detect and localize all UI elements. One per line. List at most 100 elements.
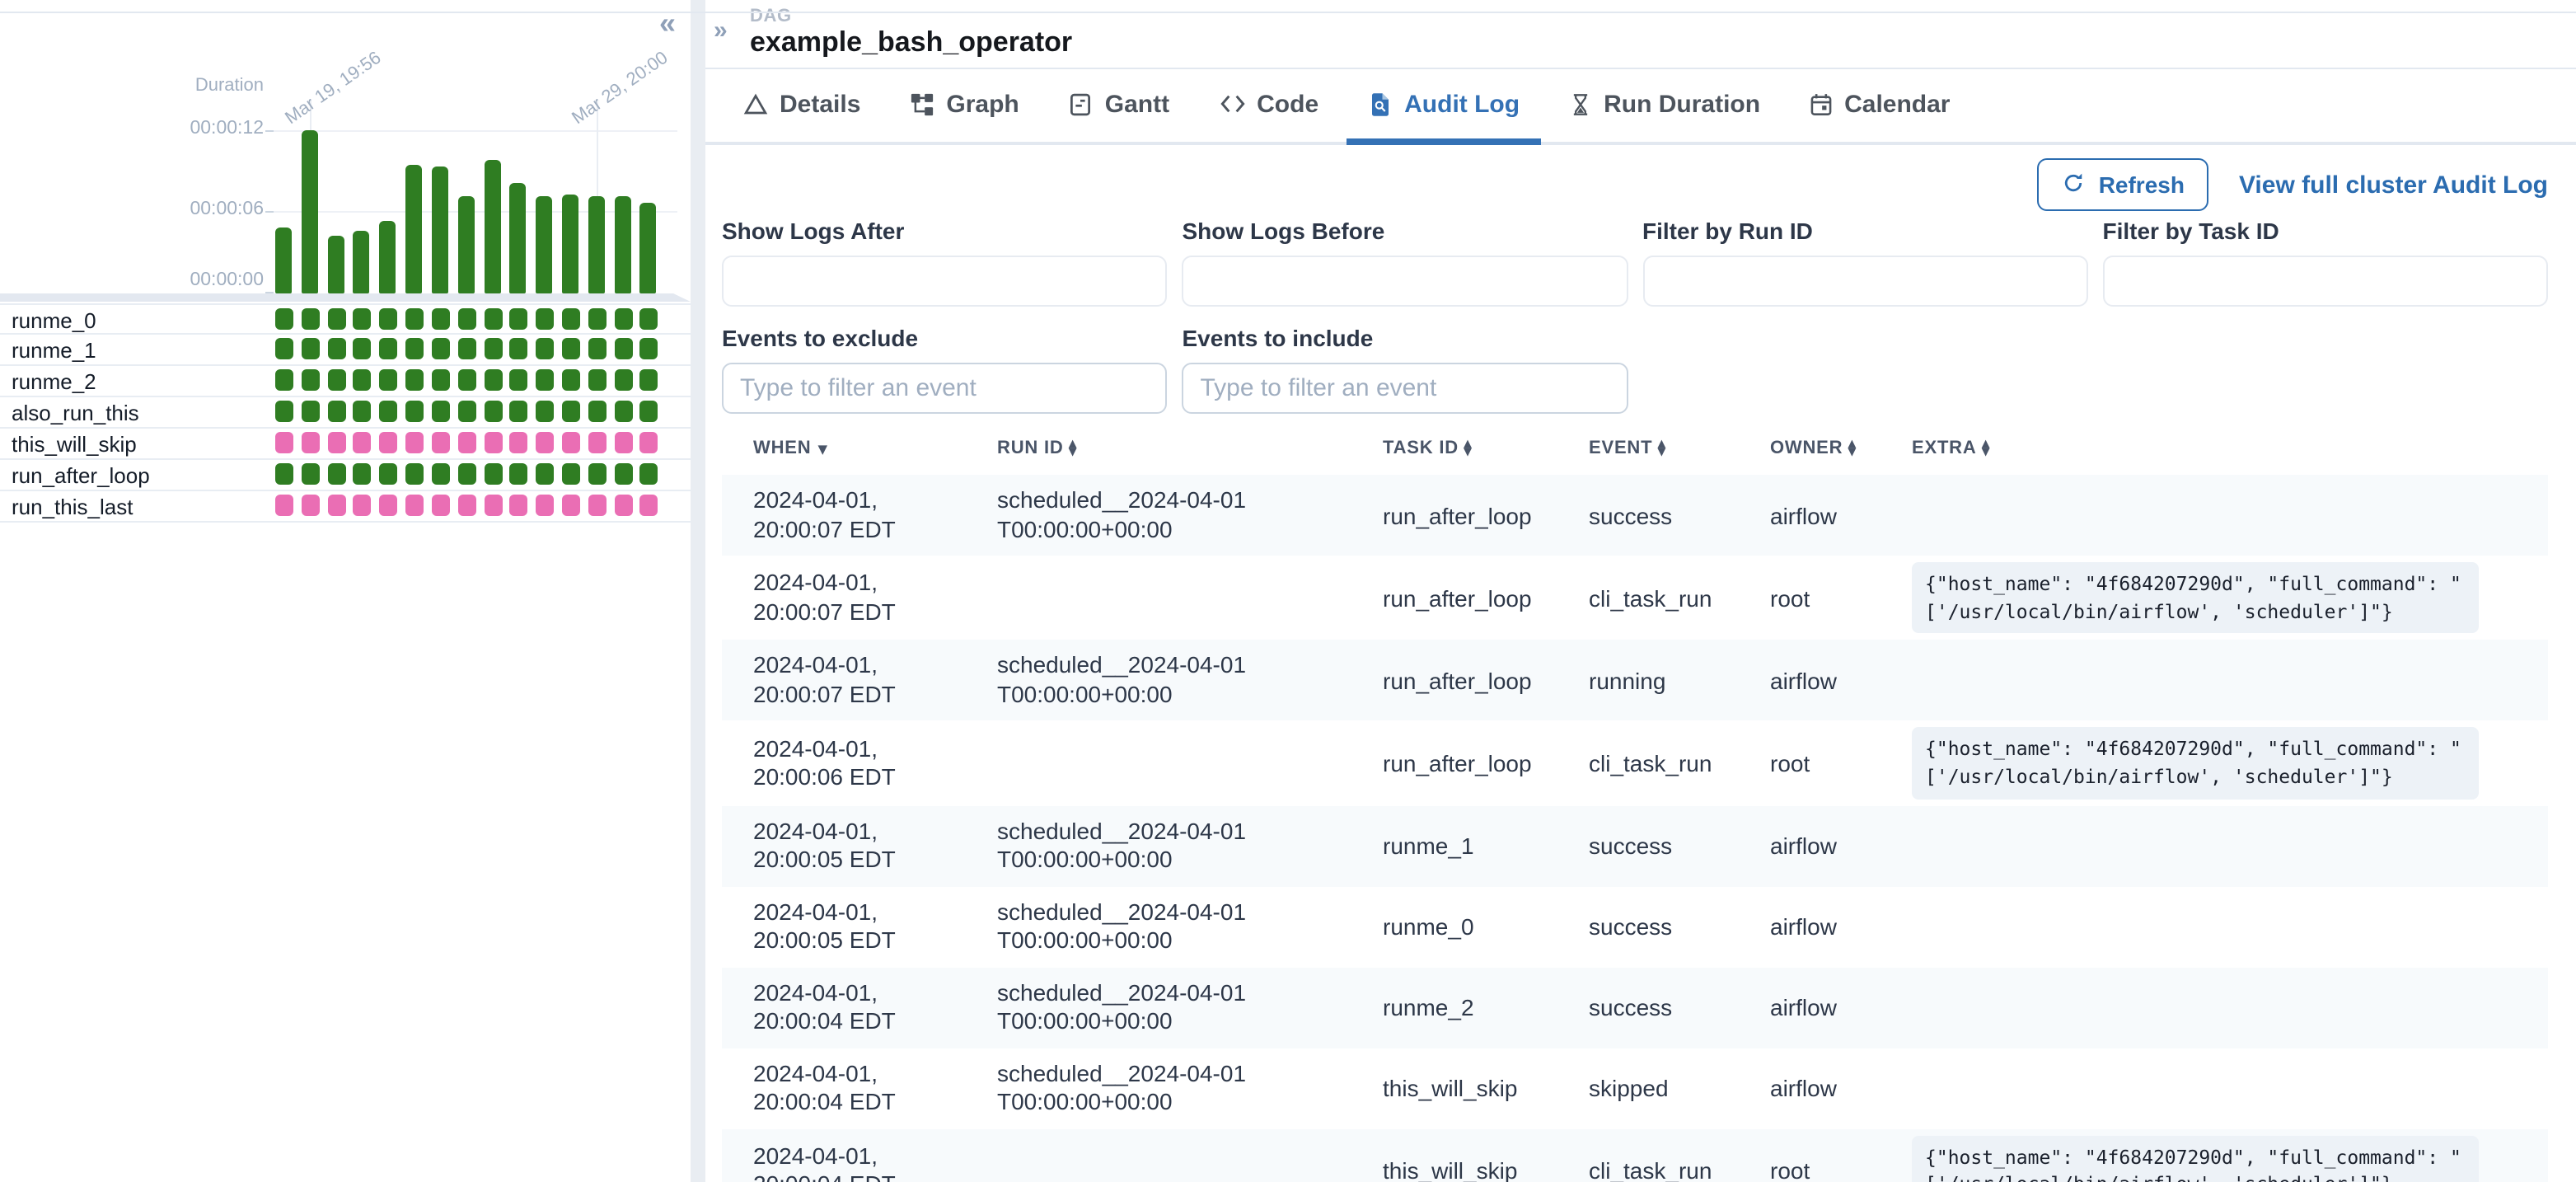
column-header-run-id[interactable]: RUN ID▲▼: [984, 429, 1370, 475]
task-instance-cell[interactable]: [432, 432, 450, 453]
task-instance-cell[interactable]: [615, 308, 633, 330]
duration-bar[interactable]: [275, 227, 292, 293]
task-name[interactable]: run_this_last: [12, 493, 133, 521]
tab-calendar[interactable]: Calendar: [1788, 69, 1971, 145]
task-instance-cell[interactable]: [509, 308, 527, 330]
task-instance-cell[interactable]: [509, 338, 527, 359]
panel-resize-gutter[interactable]: [691, 0, 705, 1182]
task-instance-cell[interactable]: [379, 463, 397, 485]
task-instance-cell[interactable]: [588, 401, 607, 422]
task-instance-cell[interactable]: [302, 369, 320, 391]
task-instance-cell[interactable]: [458, 369, 476, 391]
task-instance-cell[interactable]: [485, 369, 503, 391]
task-instance-cell[interactable]: [379, 432, 397, 453]
task-instance-cell[interactable]: [615, 463, 633, 485]
task-instance-cell[interactable]: [302, 432, 320, 453]
task-instance-cell[interactable]: [485, 401, 503, 422]
task-instance-cell[interactable]: [536, 401, 554, 422]
task-instance-cell[interactable]: [639, 369, 658, 391]
task-instance-cell[interactable]: [353, 495, 371, 516]
task-instance-cell[interactable]: [485, 495, 503, 516]
task-instance-cell[interactable]: [485, 432, 503, 453]
task-instance-cell[interactable]: [562, 432, 580, 453]
task-instance-cell[interactable]: [615, 432, 633, 453]
task-instance-cell[interactable]: [379, 401, 397, 422]
task-instance-cell[interactable]: [458, 308, 476, 330]
task-instance-cell[interactable]: [353, 338, 371, 359]
task-instance-cell[interactable]: [458, 463, 476, 485]
task-instance-cell[interactable]: [639, 495, 658, 516]
collapse-panel-icon[interactable]: «: [659, 10, 676, 36]
task-instance-cell[interactable]: [562, 463, 580, 485]
task-instance-cell[interactable]: [536, 338, 554, 359]
event-filter-input-0[interactable]: [722, 363, 1168, 414]
task-instance-cell[interactable]: [458, 432, 476, 453]
task-instance-cell[interactable]: [639, 338, 658, 359]
duration-bar[interactable]: [485, 160, 501, 293]
task-instance-cell[interactable]: [562, 308, 580, 330]
refresh-button[interactable]: Refresh: [2038, 158, 2209, 211]
task-instance-cell[interactable]: [353, 401, 371, 422]
duration-bar[interactable]: [639, 203, 656, 293]
task-instance-cell[interactable]: [275, 369, 293, 391]
task-instance-cell[interactable]: [509, 369, 527, 391]
task-instance-cell[interactable]: [509, 432, 527, 453]
task-instance-cell[interactable]: [562, 338, 580, 359]
duration-bar[interactable]: [405, 165, 422, 293]
task-instance-cell[interactable]: [639, 308, 658, 330]
task-instance-cell[interactable]: [275, 401, 293, 422]
task-instance-cell[interactable]: [353, 463, 371, 485]
task-instance-cell[interactable]: [302, 463, 320, 485]
duration-bar[interactable]: [536, 196, 552, 293]
task-instance-cell[interactable]: [432, 308, 450, 330]
task-instance-cell[interactable]: [405, 463, 424, 485]
task-instance-cell[interactable]: [509, 495, 527, 516]
task-instance-cell[interactable]: [302, 308, 320, 330]
task-instance-cell[interactable]: [353, 369, 371, 391]
task-instance-cell[interactable]: [432, 338, 450, 359]
task-instance-cell[interactable]: [432, 495, 450, 516]
task-instance-cell[interactable]: [405, 338, 424, 359]
task-instance-cell[interactable]: [639, 463, 658, 485]
task-instance-cell[interactable]: [615, 338, 633, 359]
task-instance-cell[interactable]: [639, 401, 658, 422]
duration-bar[interactable]: [588, 196, 605, 293]
task-name[interactable]: also_run_this: [12, 399, 139, 427]
task-instance-cell[interactable]: [485, 338, 503, 359]
task-instance-cell[interactable]: [588, 463, 607, 485]
task-name[interactable]: runme_0: [12, 307, 96, 335]
task-instance-cell[interactable]: [302, 495, 320, 516]
task-name[interactable]: this_will_skip: [12, 430, 137, 458]
duration-bar[interactable]: [458, 196, 475, 293]
task-instance-cell[interactable]: [639, 432, 658, 453]
task-instance-cell[interactable]: [379, 308, 397, 330]
task-instance-cell[interactable]: [405, 369, 424, 391]
task-instance-cell[interactable]: [302, 338, 320, 359]
task-instance-cell[interactable]: [275, 495, 293, 516]
task-instance-cell[interactable]: [328, 369, 346, 391]
duration-bar[interactable]: [562, 195, 578, 293]
filter-input-filter-by-task-id[interactable]: [2103, 256, 2549, 307]
task-instance-cell[interactable]: [275, 432, 293, 453]
duration-bar[interactable]: [328, 236, 344, 293]
task-instance-cell[interactable]: [379, 369, 397, 391]
task-instance-cell[interactable]: [588, 338, 607, 359]
filter-input-show-logs-before[interactable]: [1183, 256, 1628, 307]
task-instance-cell[interactable]: [588, 495, 607, 516]
task-instance-cell[interactable]: [536, 369, 554, 391]
expand-panel-icon[interactable]: »: [714, 16, 728, 45]
task-instance-cell[interactable]: [562, 495, 580, 516]
duration-bar[interactable]: [379, 221, 396, 293]
task-instance-cell[interactable]: [432, 463, 450, 485]
task-instance-cell[interactable]: [615, 401, 633, 422]
event-filter-input-1[interactable]: [1183, 363, 1628, 414]
task-instance-cell[interactable]: [562, 369, 580, 391]
duration-bar[interactable]: [509, 183, 526, 293]
column-header-when[interactable]: WHEN▼: [722, 429, 984, 475]
duration-bar[interactable]: [432, 167, 448, 293]
column-header-extra[interactable]: EXTRA▲▼: [1899, 429, 2548, 475]
task-instance-cell[interactable]: [328, 338, 346, 359]
task-name[interactable]: runme_1: [12, 336, 96, 364]
duration-bar[interactable]: [353, 231, 369, 293]
task-instance-cell[interactable]: [432, 369, 450, 391]
